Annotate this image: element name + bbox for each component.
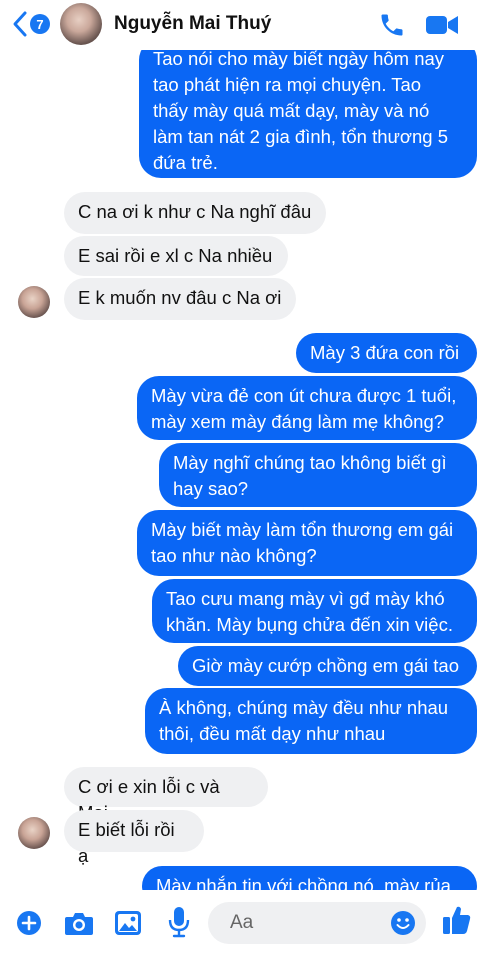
- message-text: C na ơi k như c Na nghĩ đâu: [78, 201, 312, 222]
- message-text: À không, chúng mày đều như nhau: [159, 697, 449, 718]
- message-input-placeholder: Aa: [230, 912, 254, 933]
- message-text: E sai rồi e xl c Na nhiều: [78, 245, 273, 266]
- back-chevron-icon: [13, 11, 27, 37]
- message-bubble-incoming[interactable]: E biết lỗi rồi ạ: [64, 810, 204, 866]
- message-text: đứa trẻ.: [153, 152, 218, 173]
- message-text: mày xem mày đáng làm mẹ không?: [151, 411, 445, 432]
- message-bubble-incoming[interactable]: E k muốn nv đâu c Na ơi: [64, 278, 296, 320]
- message-text: E k muốn nv đâu c Na ơi: [78, 287, 282, 308]
- plus-icon[interactable]: [16, 910, 42, 936]
- message-bubble-incoming[interactable]: C na ơi k như c Na nghĩ đâu: [64, 192, 326, 234]
- message-bubble-outgoing[interactable]: Mày biết mày làm tổn thương em gái tao n…: [137, 510, 477, 576]
- message-text: thôi, đều mất dạy như nhau: [159, 723, 386, 744]
- message-bubble-outgoing[interactable]: Giờ mày cướp chồng em gái tao: [178, 646, 477, 686]
- message-text: Tao cưu mang mày vì gđ mày khó: [166, 588, 445, 609]
- message-text: Mày 3 đứa con rồi: [310, 342, 460, 363]
- message-bubble-outgoing[interactable]: Mày 3 đứa con rồi: [296, 333, 477, 373]
- message-bubble-outgoing[interactable]: Tao nói cho mày biết ngày hôm nay tao ph…: [139, 38, 477, 178]
- message-text: Mày vừa đẻ con út chưa được 1 tuổi,: [151, 385, 457, 406]
- message-bubble-incoming[interactable]: C ơi e xin lỗi c và Mai: [64, 767, 268, 823]
- message-text: Mày biết mày làm tổn thương em gái: [151, 519, 454, 540]
- message-input[interactable]: Aa: [208, 902, 426, 944]
- contact-avatar-small[interactable]: [18, 286, 50, 318]
- message-bubble-incoming[interactable]: E sai rồi e xl c Na nhiều: [64, 236, 288, 276]
- contact-avatar[interactable]: [60, 3, 102, 45]
- message-text: Giờ mày cướp chồng em gái tao: [192, 655, 459, 676]
- thumbs-up-icon[interactable]: [442, 904, 472, 936]
- contact-name[interactable]: Nguyễn Mai Thuý: [114, 13, 271, 35]
- message-bubble-outgoing[interactable]: Mày vừa đẻ con út chưa được 1 tuổi, mày …: [137, 376, 477, 440]
- contact-avatar-small[interactable]: [18, 817, 50, 849]
- message-text: hay sao?: [173, 478, 249, 499]
- conversation-header: 7 Nguyễn Mai Thuý: [0, 0, 486, 50]
- message-bubble-outgoing[interactable]: À không, chúng mày đều như nhau thôi, đề…: [145, 688, 477, 754]
- message-bubble-outgoing[interactable]: Mày nghĩ chúng tao không biết gì hay sao…: [159, 443, 477, 507]
- image-icon[interactable]: [114, 910, 142, 936]
- message-text: làm tan nát 2 gia đình, tổn thương 5: [153, 126, 449, 147]
- unread-badge: 7: [30, 14, 50, 34]
- message-text: khăn. Mày bụng chửa đến xin việc.: [166, 614, 453, 635]
- emoji-icon[interactable]: [390, 910, 416, 936]
- message-text: thấy mày quá mất dạy, mày và nó: [153, 100, 430, 121]
- message-text: tao như nào không?: [151, 545, 317, 566]
- video-camera-icon[interactable]: [425, 13, 459, 37]
- composer-bar: Aa: [0, 890, 486, 960]
- camera-icon[interactable]: [64, 910, 94, 936]
- message-bubble-outgoing[interactable]: Tao cưu mang mày vì gđ mày khó khăn. Mày…: [152, 579, 477, 643]
- message-text: Mày nghĩ chúng tao không biết gì: [173, 452, 447, 473]
- phone-icon[interactable]: [378, 11, 406, 39]
- message-text: E biết lỗi rồi ạ: [78, 819, 175, 866]
- back-button[interactable]: 7: [12, 10, 50, 38]
- microphone-icon[interactable]: [168, 906, 190, 938]
- message-text: tao phát hiện ra mọi chuyện. Tao: [153, 74, 422, 95]
